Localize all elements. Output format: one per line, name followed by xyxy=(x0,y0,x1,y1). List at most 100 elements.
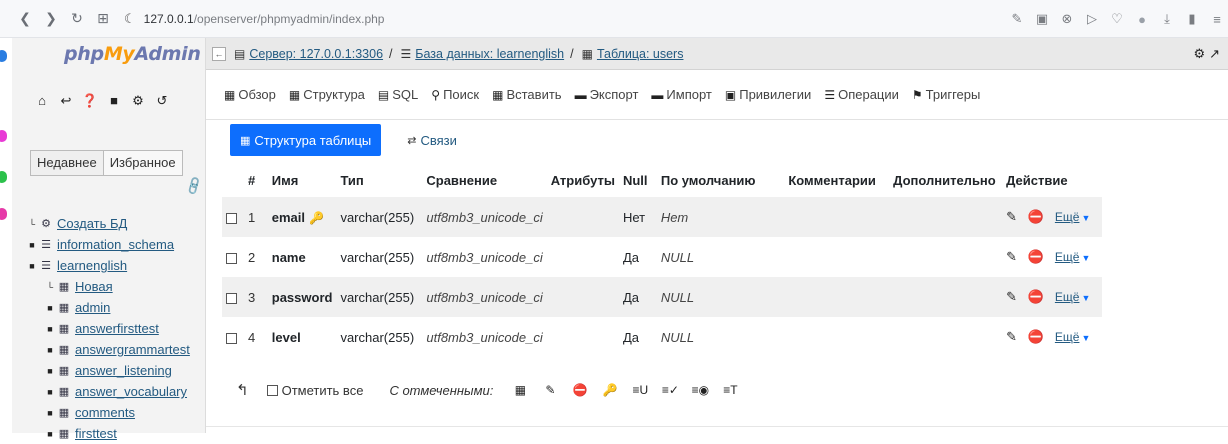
spatial-icon[interactable]: ≡◉ xyxy=(685,383,715,397)
battery-icon[interactable]: ▮ xyxy=(1181,11,1203,27)
tree-item-label[interactable]: firsttest xyxy=(75,426,117,441)
expand-icon[interactable]: ■ xyxy=(44,387,56,397)
tree-item-label[interactable]: answer_vocabulary xyxy=(75,384,187,399)
index-icon[interactable]: ≡✓ xyxy=(655,383,685,397)
select-all-checkbox[interactable] xyxy=(266,384,278,396)
chevron-down-icon[interactable]: ▼ xyxy=(1081,213,1090,223)
link-with-main-icon[interactable]: 🔗 xyxy=(183,175,205,197)
tree-item-learnenglish[interactable]: ■ ☰ learnenglish xyxy=(26,255,216,276)
column-header-comments[interactable]: Комментарии xyxy=(784,164,890,197)
tree-item-create-db[interactable]: └ ⚙ Создать БД xyxy=(26,213,216,234)
apps-grid-icon[interactable]: ⊞ xyxy=(92,8,114,30)
tab-recent[interactable]: Недавнее xyxy=(30,150,104,176)
primary-key-icon[interactable]: 🔑 xyxy=(595,383,625,397)
screenshot-icon[interactable]: ▣ xyxy=(1031,11,1053,27)
docs-icon[interactable]: ■ xyxy=(102,93,126,109)
column-header-collation[interactable]: Сравнение xyxy=(422,164,547,197)
tree-item-answergrammartest[interactable]: ■ ▦ answergrammartest xyxy=(26,339,216,360)
tab-import[interactable]: ▬ Импорт xyxy=(651,87,711,102)
collapse-icon[interactable]: ■ xyxy=(26,261,38,271)
column-header-type[interactable]: Тип xyxy=(336,164,423,197)
more-button[interactable]: Ещё xyxy=(1055,210,1080,224)
more-button[interactable]: Ещё xyxy=(1055,330,1080,344)
chevron-down-icon[interactable]: ▼ xyxy=(1081,253,1090,263)
breadcrumb-database[interactable]: База данных: learnenglish xyxy=(415,47,564,61)
download-icon[interactable]: ⤓ xyxy=(1156,11,1178,27)
drop-icon[interactable]: ⛔ xyxy=(1028,329,1044,344)
tab-insert[interactable]: ▦ Вставить xyxy=(492,87,561,102)
page-settings-icon[interactable]: ⚙↗ xyxy=(1193,46,1224,62)
edit-icon[interactable]: ✎ xyxy=(1006,249,1017,264)
tab-export[interactable]: ▬ Экспорт xyxy=(575,87,639,102)
row-checkbox[interactable] xyxy=(226,292,237,304)
expand-icon[interactable]: ■ xyxy=(26,240,38,250)
column-header-attributes[interactable]: Атрибуты xyxy=(546,164,619,197)
column-header-name[interactable]: Имя xyxy=(267,164,337,197)
edit-icon[interactable]: ✎ xyxy=(1006,329,1017,344)
breadcrumb-server[interactable]: Сервер: 127.0.0.1:3306 xyxy=(249,47,383,61)
tree-item-label[interactable]: learnenglish xyxy=(57,258,127,273)
tree-item-new-table[interactable]: └ ▦ Новая xyxy=(26,276,216,297)
tab-search[interactable]: ⚲ Поиск xyxy=(431,87,479,102)
site-info-icon[interactable]: ☾ xyxy=(124,11,136,27)
home-icon[interactable]: ⌂ xyxy=(30,93,54,109)
tree-item-label[interactable]: answer_listening xyxy=(75,363,172,378)
subtab-table-structure[interactable]: ▦ Структура таблицы xyxy=(230,124,382,156)
drop-selected-icon[interactable]: ⛔ xyxy=(565,383,595,397)
extensions-icon[interactable]: ⊗ xyxy=(1056,11,1078,27)
tree-item-label[interactable]: answergrammartest xyxy=(75,342,190,357)
reload-icon[interactable]: ↻ xyxy=(66,8,88,30)
logout-icon[interactable]: ↩ xyxy=(54,93,78,109)
tab-structure[interactable]: ▦ Структура xyxy=(289,87,365,102)
more-button[interactable]: Ещё xyxy=(1055,290,1080,304)
tree-item-answerfirsttest[interactable]: ■ ▦ answerfirsttest xyxy=(26,318,216,339)
edit-selected-icon[interactable]: ✎ xyxy=(535,383,565,397)
tree-item-answer-listening[interactable]: ■ ▦ answer_listening xyxy=(26,360,216,381)
settings-icon[interactable]: ⚙ xyxy=(126,93,150,109)
edit-icon[interactable]: ✎ xyxy=(1006,209,1017,224)
tree-item-label[interactable]: information_schema xyxy=(57,237,174,252)
breadcrumb-table[interactable]: Таблица: users xyxy=(597,47,684,61)
column-header-null[interactable]: Null xyxy=(618,164,657,197)
row-checkbox[interactable] xyxy=(226,332,237,344)
chevron-down-icon[interactable]: ▼ xyxy=(1081,333,1090,343)
column-header-num[interactable]: # xyxy=(243,164,268,197)
tree-item-comments[interactable]: ■ ▦ comments xyxy=(26,402,216,423)
edit-icon[interactable]: ✎ xyxy=(1006,289,1017,304)
tree-item-information-schema[interactable]: ■ ☰ information_schema xyxy=(26,234,216,255)
expand-icon[interactable]: ■ xyxy=(44,345,56,355)
unique-icon[interactable]: ≡U xyxy=(625,383,655,397)
expand-icon[interactable]: ■ xyxy=(44,303,56,313)
tab-operations[interactable]: ☰ Операции xyxy=(824,87,899,102)
column-header-extra[interactable]: Дополнительно xyxy=(889,164,1003,197)
address-bar[interactable]: ☾ 127.0.0.1/openserver/phpmyadmin/index.… xyxy=(124,11,384,27)
refresh-icon[interactable]: ↺ xyxy=(150,93,174,109)
help-icon[interactable]: ❓ xyxy=(78,93,102,109)
expand-icon[interactable]: ■ xyxy=(44,366,56,376)
tree-item-label[interactable]: Создать БД xyxy=(57,216,127,231)
forward-icon[interactable]: ❯ xyxy=(40,8,62,30)
tab-browse[interactable]: ▦ Обзор xyxy=(224,87,276,102)
favorites-icon[interactable]: ♡ xyxy=(1106,11,1128,27)
collapse-sidebar-icon[interactable]: ← xyxy=(212,46,226,61)
chevron-down-icon[interactable]: ▼ xyxy=(1081,293,1090,303)
column-header-default[interactable]: По умолчанию xyxy=(656,164,785,197)
play-icon[interactable]: ▷ xyxy=(1081,11,1103,27)
tree-item-answer-vocabulary[interactable]: ■ ▦ answer_vocabulary xyxy=(26,381,216,402)
back-icon[interactable]: ❮ xyxy=(14,8,36,30)
tab-favorites[interactable]: Избранное xyxy=(102,150,183,176)
browse-selected-icon[interactable]: ▦ xyxy=(505,383,535,397)
tree-item-label[interactable]: answerfirsttest xyxy=(75,321,159,336)
drop-icon[interactable]: ⛔ xyxy=(1028,289,1044,304)
tab-triggers[interactable]: ⚑ Триггеры xyxy=(912,87,980,102)
tab-sql[interactable]: ▤ SQL xyxy=(378,87,418,102)
tree-item-admin[interactable]: ■ ▦ admin xyxy=(26,297,216,318)
select-all[interactable]: Отметить все xyxy=(266,383,363,398)
drop-icon[interactable]: ⛔ xyxy=(1028,209,1044,224)
row-checkbox[interactable] xyxy=(226,252,237,264)
tree-item-label[interactable]: comments xyxy=(75,405,135,420)
expand-icon[interactable]: ■ xyxy=(44,408,56,418)
tab-privileges[interactable]: ▣ Привилегии xyxy=(725,87,811,102)
column-header-action[interactable]: Действие xyxy=(1002,164,1102,197)
expand-icon[interactable]: ■ xyxy=(44,324,56,334)
